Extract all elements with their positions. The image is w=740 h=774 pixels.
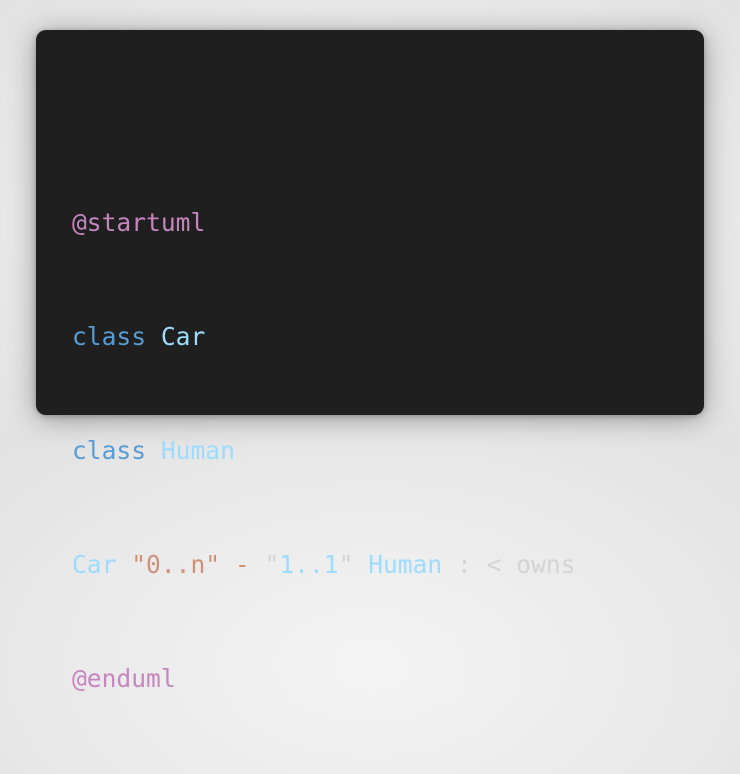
- relation-colon: :: [457, 550, 472, 579]
- relation-dash: -: [234, 550, 250, 579]
- code-line-startuml: @startuml: [72, 204, 576, 242]
- relation-label: owns: [516, 550, 576, 579]
- right-multiplicity-close-quote: ": [338, 550, 354, 579]
- code-line-enduml: @enduml: [72, 660, 576, 698]
- relation-direction-arrow: <: [486, 550, 502, 579]
- code-line-class-car: class Car: [72, 318, 576, 356]
- startuml-directive: @startuml: [72, 208, 206, 237]
- code-line-relation: Car "0..n" - "1..1" Human : < owns: [72, 546, 576, 584]
- relation-left-class: Car: [72, 550, 117, 579]
- relation-right-class: Human: [368, 550, 443, 579]
- class-keyword: class: [72, 436, 147, 465]
- left-multiplicity: "0..n": [131, 550, 221, 579]
- plantuml-code-block: @startuml class Car class Human Car "0..…: [72, 128, 576, 774]
- class-name-human: Human: [160, 436, 235, 465]
- right-multiplicity-value: 1..1: [279, 550, 339, 579]
- right-multiplicity-open-quote: ": [264, 550, 280, 579]
- code-line-class-human: class Human: [72, 432, 576, 470]
- class-name-car: Car: [160, 322, 206, 351]
- enduml-directive: @enduml: [72, 664, 176, 693]
- code-snippet-card: @startuml class Car class Human Car "0..…: [36, 30, 704, 693]
- class-keyword: class: [72, 322, 147, 351]
